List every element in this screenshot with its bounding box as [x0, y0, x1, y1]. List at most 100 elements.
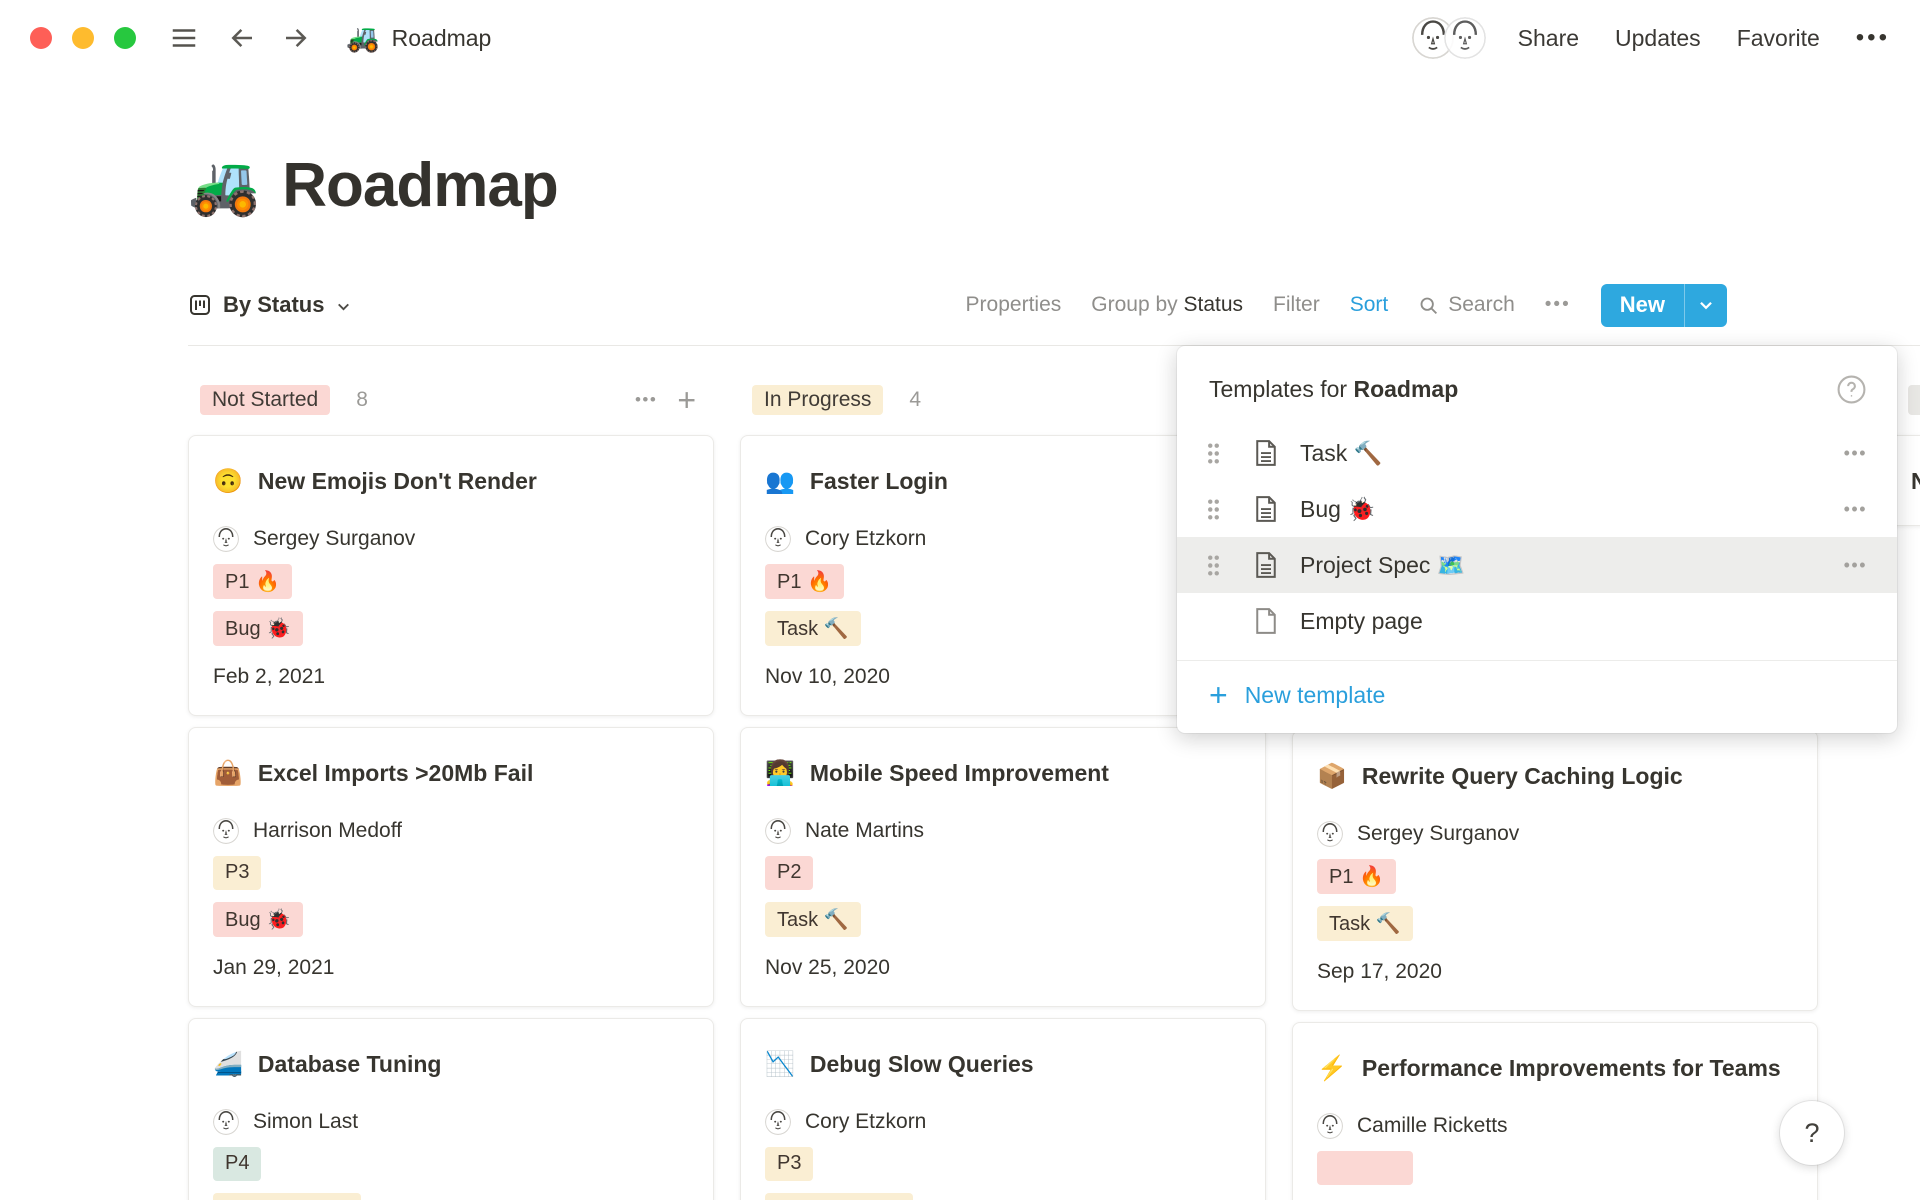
- column-controls: ••• +: [635, 387, 696, 413]
- board-card[interactable]: 📉Debug Slow QueriesCory EtzkornP3: [740, 1018, 1266, 1200]
- drag-handle-icon[interactable]: [1207, 440, 1227, 467]
- column-status-badge[interactable]: In Progress: [752, 385, 883, 415]
- page-title[interactable]: Roadmap: [282, 150, 557, 221]
- collaborator-avatars[interactable]: [1412, 17, 1486, 59]
- board-card[interactable]: 👩‍💻Mobile Speed Improvement Nate Martins P…: [740, 727, 1266, 1007]
- minimize-window-button[interactable]: [72, 27, 94, 49]
- board-card[interactable]: 👜Excel Imports >20Mb Fail Harrison Medoff…: [188, 727, 714, 1007]
- board-card[interactable]: 📦 Rewrite Query Caching Logic Sergey Surga…: [1292, 730, 1818, 1011]
- card-title: 🚄Database Tuning: [213, 1047, 689, 1083]
- chevron-down-icon: [335, 298, 352, 315]
- properties-button[interactable]: Properties: [966, 293, 1062, 317]
- card-emoji-icon: 📦: [1317, 763, 1347, 790]
- templates-popover-title: Templates for Roadmap: [1209, 376, 1458, 403]
- templates-title-target: Roadmap: [1353, 376, 1458, 402]
- card-title: 👜Excel Imports >20Mb Fail: [213, 756, 689, 792]
- breadcrumb-emoji: 🚜: [346, 22, 380, 54]
- board-card[interactable]: ⚡Performance Improvements for TeamsCamil…: [1292, 1022, 1818, 1200]
- new-template-label: New template: [1245, 682, 1386, 709]
- new-button[interactable]: New: [1601, 284, 1684, 327]
- person-avatar: [765, 818, 791, 844]
- drag-handle-icon[interactable]: [1207, 552, 1227, 579]
- assignee-name: Sergey Surganov: [1357, 822, 1519, 846]
- card-title: 👩‍💻Mobile Speed Improvement: [765, 756, 1241, 792]
- card-tag: [765, 1193, 913, 1200]
- card-assignee: Nate Martins: [765, 818, 1241, 844]
- drag-handle-icon[interactable]: [1207, 496, 1227, 523]
- card-date: Sep 17, 2020: [1317, 960, 1793, 984]
- updates-button[interactable]: Updates: [1615, 25, 1701, 52]
- card-emoji-icon: 🙃: [213, 468, 243, 495]
- card-tag: P3: [765, 1147, 813, 1181]
- person-avatar: [1317, 1113, 1343, 1139]
- more-options-icon[interactable]: •••: [1856, 24, 1890, 52]
- plus-icon: +: [1209, 681, 1228, 709]
- titlebar-actions: Share Updates Favorite •••: [1412, 17, 1890, 59]
- card-tag: P1 🔥: [213, 564, 292, 599]
- template-more-icon[interactable]: •••: [1844, 443, 1867, 464]
- column-count: 8: [356, 388, 368, 412]
- template-more-icon[interactable]: •••: [1844, 499, 1867, 520]
- breadcrumb[interactable]: 🚜 Roadmap: [346, 22, 491, 54]
- document-icon: [1251, 550, 1281, 580]
- forward-arrow-icon[interactable]: [280, 23, 312, 53]
- board-card[interactable]: 🚄Database Tuning Simon Last P4: [188, 1018, 714, 1200]
- template-row[interactable]: Bug 🐞 •••: [1177, 481, 1897, 537]
- template-row[interactable]: Empty page: [1177, 593, 1897, 649]
- card-tag-row: P1 🔥: [213, 564, 689, 599]
- card-emoji-icon: 📉: [765, 1051, 795, 1078]
- board-card[interactable]: 🙃New Emojis Don't RenderSergey SurganovP…: [188, 435, 714, 716]
- back-arrow-icon[interactable]: [226, 23, 258, 53]
- zoom-window-button[interactable]: [114, 27, 136, 49]
- template-row[interactable]: Project Spec 🗺️•••: [1177, 537, 1897, 593]
- share-button[interactable]: Share: [1518, 25, 1579, 52]
- new-button-dropdown[interactable]: [1684, 284, 1727, 327]
- blank-page-icon: [1251, 606, 1281, 636]
- card-assignee: Simon Last: [213, 1109, 689, 1135]
- help-circle-icon[interactable]: [1836, 374, 1867, 405]
- assignee-name: Nate Martins: [805, 819, 924, 843]
- page-emoji[interactable]: 🚜: [188, 157, 260, 215]
- new-template-button[interactable]: + New template: [1177, 661, 1897, 723]
- column-add-icon[interactable]: +: [677, 387, 696, 413]
- favorite-button[interactable]: Favorite: [1737, 25, 1820, 52]
- sort-button[interactable]: Sort: [1350, 293, 1389, 317]
- card-title-text: Excel Imports >20Mb Fail: [258, 760, 533, 786]
- template-row[interactable]: Task 🔨•••: [1177, 425, 1897, 481]
- template-label: Empty page: [1300, 608, 1423, 635]
- template-more-icon[interactable]: •••: [1844, 555, 1867, 576]
- card-tag: Task 🔨: [765, 611, 861, 646]
- traffic-lights: [30, 27, 136, 49]
- person-avatar: [1317, 821, 1343, 847]
- view-controls: Properties Group by Status Filter Sort S…: [966, 284, 1727, 327]
- card-tag: P3: [213, 856, 261, 890]
- sidebar-menu-icon[interactable]: [166, 23, 202, 53]
- card-tag: P4: [213, 1147, 261, 1181]
- card-title-text: Mobile Speed Improvement: [810, 760, 1109, 786]
- group-by-button[interactable]: Group by Status: [1091, 293, 1243, 317]
- view-more-options-icon[interactable]: •••: [1545, 294, 1571, 316]
- card-date: Nov 25, 2020: [765, 956, 1241, 980]
- card-tag-row: Task 🔨: [765, 902, 1241, 937]
- board-view-icon: [188, 293, 212, 317]
- view-switcher[interactable]: By Status: [188, 292, 352, 318]
- filter-button[interactable]: Filter: [1273, 293, 1320, 317]
- close-window-button[interactable]: [30, 27, 52, 49]
- column-more-icon[interactable]: •••: [635, 390, 657, 410]
- card-assignee: Cory Etzkorn: [765, 1109, 1241, 1135]
- column-status-badge[interactable]: Not Started: [200, 385, 330, 415]
- help-label: ?: [1804, 1118, 1819, 1149]
- column-status-badge[interactable]: Ide: [1908, 385, 1920, 415]
- card-tag: P2: [765, 856, 813, 890]
- assignee-name: Camille Ricketts: [1357, 1114, 1508, 1138]
- card-assignee: Camille Ricketts: [1317, 1113, 1793, 1139]
- card-assignee: Harrison Medoff: [213, 818, 689, 844]
- search-button[interactable]: Search: [1418, 293, 1515, 317]
- template-label: Bug 🐞: [1300, 496, 1376, 523]
- templates-popover-header: Templates for Roadmap: [1177, 346, 1897, 425]
- card-title-text: Rewrite Query Caching Logic: [1362, 763, 1683, 789]
- card-assignee: Sergey Surganov: [213, 526, 689, 552]
- help-button[interactable]: ?: [1780, 1101, 1844, 1165]
- template-row-list: Task 🔨•••Bug 🐞•••Project Spec 🗺️•••Empty…: [1177, 425, 1897, 649]
- notion-app-window: 🚜 Roadmap Share Updates Favorite ••• 🚜 R…: [0, 0, 1920, 1200]
